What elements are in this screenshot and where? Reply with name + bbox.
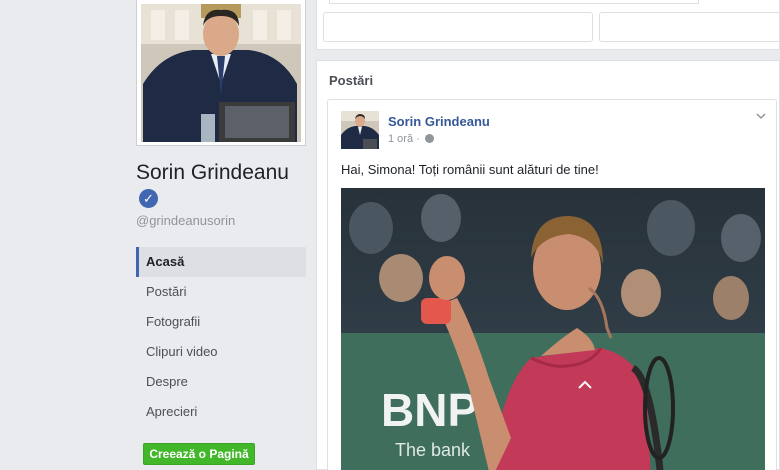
nav-item-posts[interactable]: Postări xyxy=(136,277,306,307)
nav-item-home[interactable]: Acasă xyxy=(136,247,306,277)
top-card xyxy=(316,0,780,50)
post-card: Sorin Grindeanu 1 oră · Hai, Simona! Toț… xyxy=(327,99,777,470)
banner-sponsor-subtext: The bank xyxy=(395,440,471,460)
post-author-link[interactable]: Sorin Grindeanu xyxy=(388,114,490,129)
page-nav: Acasă Postări Fotografii Clipuri video D… xyxy=(136,247,306,427)
profile-photo[interactable] xyxy=(136,0,306,146)
profile-name: Sorin Grindeanu ✓ xyxy=(136,160,306,210)
chevron-down-icon[interactable] xyxy=(756,112,766,120)
post-meta: 1 oră · xyxy=(388,133,434,145)
composer-box[interactable] xyxy=(323,12,593,42)
banner-sponsor-text: BNP xyxy=(381,384,478,436)
post-timestamp[interactable]: 1 oră xyxy=(388,133,413,145)
nav-item-about[interactable]: Despre xyxy=(136,367,306,397)
post-text: Hai, Simona! Toți românii sunt alături d… xyxy=(341,162,599,177)
nav-item-likes[interactable]: Aprecieri xyxy=(136,397,306,427)
post-photo-image: BNP The bank xyxy=(341,188,765,470)
post-avatar-image xyxy=(341,111,379,149)
create-page-button[interactable]: Creează o Pagină xyxy=(143,443,255,465)
nav-item-videos[interactable]: Clipuri video xyxy=(136,337,306,367)
post-photo[interactable]: BNP The bank xyxy=(341,188,765,470)
profile-name-text: Sorin Grindeanu xyxy=(136,161,289,184)
post-avatar[interactable] xyxy=(341,111,379,149)
globe-icon xyxy=(424,134,434,143)
profile-handle: @grindeanusorin xyxy=(136,213,236,228)
posts-heading: Postări xyxy=(329,73,374,88)
profile-photo-image xyxy=(141,4,301,142)
side-box[interactable] xyxy=(599,12,780,42)
top-tabs-strip[interactable] xyxy=(329,0,699,4)
verified-badge-icon: ✓ xyxy=(139,189,158,208)
posts-section: Postări Sorin Grindeanu 1 oră · Hai, Sim… xyxy=(316,60,780,470)
nav-item-photos[interactable]: Fotografii xyxy=(136,307,306,337)
